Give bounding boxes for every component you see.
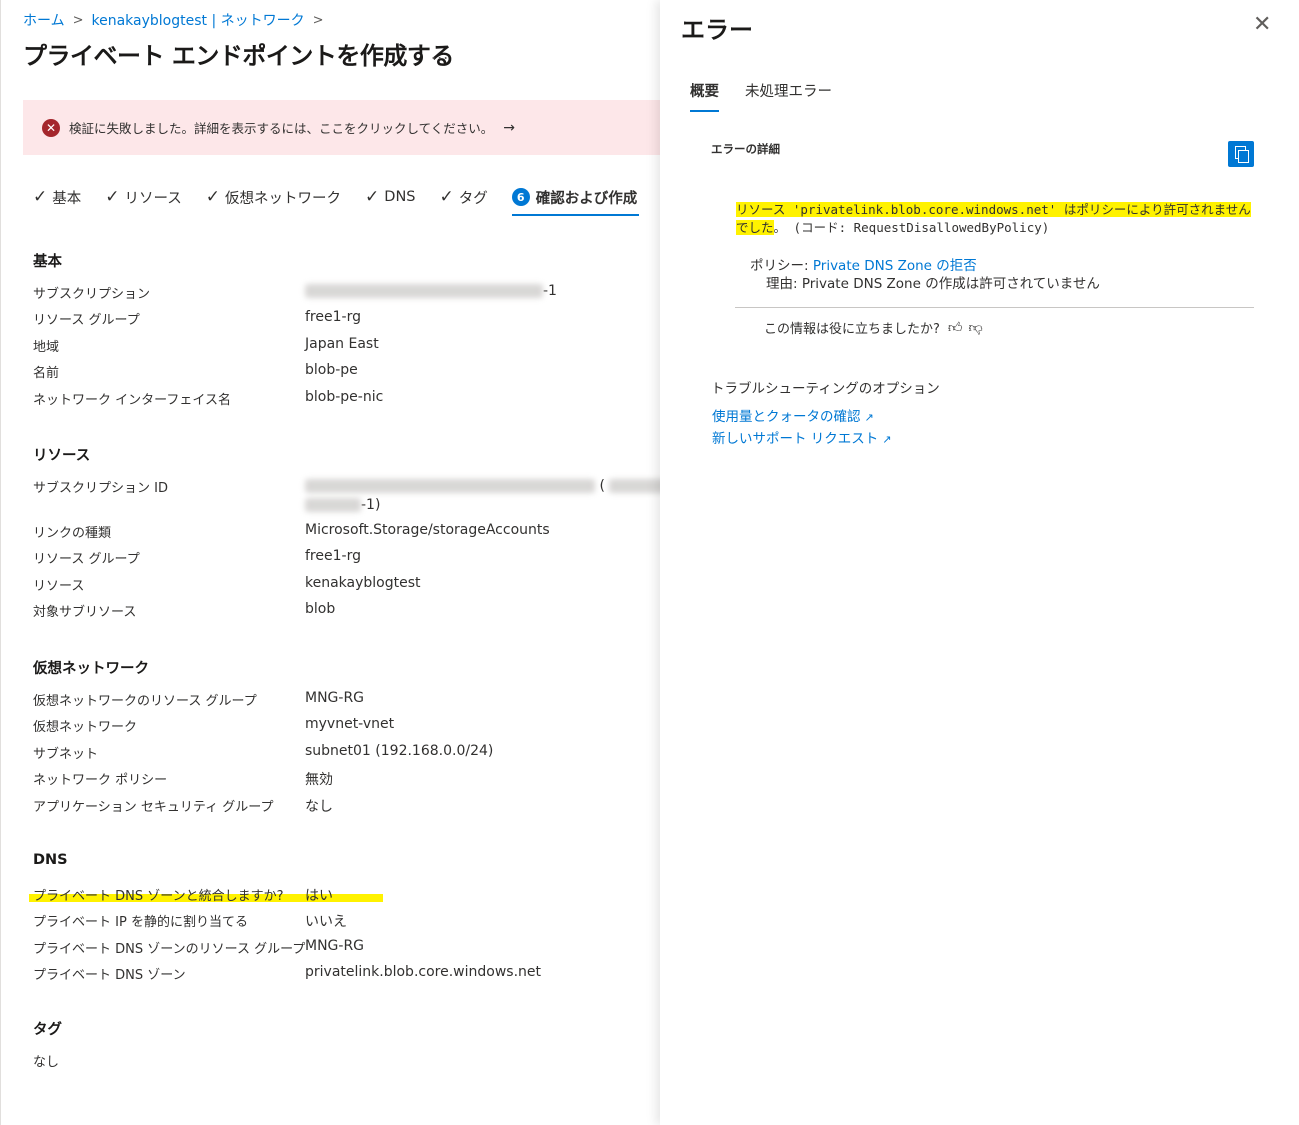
step-label: 確認および作成 xyxy=(535,190,638,207)
checkmark-icon: ✓ xyxy=(365,187,380,207)
section-title: 仮想ネットワーク xyxy=(33,661,149,677)
redacted-value xyxy=(305,479,595,493)
usage-quota-link[interactable]: 使用量とクォータの確認 ↗ xyxy=(712,405,874,425)
summary-row: なし xyxy=(33,1055,60,1070)
validation-error-banner[interactable]: ✕ 検証に失敗しました。詳細を表示するには、ここをクリックしてください。 → xyxy=(23,100,661,155)
policy-reason: 理由: Private DNS Zone の作成は許可されていません xyxy=(766,276,1100,292)
step-label: リソース xyxy=(124,190,182,207)
arrow-right-icon: → xyxy=(503,119,515,136)
error-details-label: エラーの詳細 xyxy=(711,142,780,156)
summary-row: リンクの種類 Microsoft.Storage/storageAccounts xyxy=(33,522,550,541)
checkmark-icon: ✓ xyxy=(105,187,120,207)
external-link-icon: ↗ xyxy=(882,433,892,446)
external-link-icon: ↗ xyxy=(864,411,874,424)
section-title: DNS xyxy=(33,852,68,868)
summary-row: プライベート IP を静的に割り当てる いいえ xyxy=(33,914,347,931)
wizard-steps: ✓ 基本 ✓ リソース ✓ 仮想ネットワーク ✓ DNS ✓ タグ 6 確認および作成 xyxy=(33,186,639,216)
policy-line: ポリシー: Private DNS Zone の拒否 xyxy=(750,258,977,274)
summary-row: ネットワーク ポリシー 無効 xyxy=(33,772,333,789)
thumbs-up-icon[interactable]: 👍︎ xyxy=(948,319,963,336)
page-title: プライベート エンドポイントを作成する xyxy=(23,42,454,70)
step-basics[interactable]: ✓ 基本 xyxy=(33,186,81,208)
summary-row: 名前 blob-pe xyxy=(33,362,358,382)
step-resource[interactable]: ✓ リソース xyxy=(105,186,182,208)
feedback-question: この情報は役に立ちましたか? xyxy=(764,322,940,337)
error-message: リソース 'privatelink.blob.core.windows.net'… xyxy=(736,201,1256,237)
summary-row: アプリケーション セキュリティ グループ なし xyxy=(33,798,333,815)
troubleshooting-title: トラブルシューティングのオプション xyxy=(711,381,940,397)
section-title: リソース xyxy=(33,448,91,464)
checkmark-icon: ✓ xyxy=(439,187,454,207)
redacted-value xyxy=(305,498,361,512)
breadcrumb: ホーム > kenakayblogtest | ネットワーク > xyxy=(23,10,332,30)
close-icon[interactable]: ✕ xyxy=(1253,14,1271,36)
checkmark-icon: ✓ xyxy=(33,187,48,207)
error-message-code: 。 (コード: RequestDisallowedByPolicy) xyxy=(773,220,1050,235)
summary-row: ネットワーク インターフェイス名 blob-pe-nic xyxy=(33,388,384,408)
error-banner-message: 検証に失敗しました。詳細を表示するには、ここをクリックしてください。 xyxy=(69,121,494,136)
summary-row-highlighted: プライベート DNS ゾーンと統合しますか? はい xyxy=(29,882,661,908)
divider xyxy=(735,307,1254,308)
summary-row: 仮想ネットワークのリソース グループ MNG-RG xyxy=(33,690,365,709)
copy-icon[interactable] xyxy=(1228,141,1254,167)
breadcrumb-home-link[interactable]: ホーム xyxy=(23,10,65,30)
step-dns[interactable]: ✓ DNS xyxy=(365,186,415,208)
panel-tabs: 概要 未処理エラー xyxy=(690,80,858,112)
step-label: 基本 xyxy=(52,190,82,207)
step-number-badge: 6 xyxy=(511,188,530,206)
section-title: タグ xyxy=(33,1022,62,1038)
create-private-endpoint-blade: ホーム > kenakayblogtest | ネットワーク > プライベート … xyxy=(0,0,670,1125)
breadcrumb-storage-network-link[interactable]: kenakayblogtest | ネットワーク xyxy=(92,10,305,30)
step-label: DNS xyxy=(384,189,416,205)
feedback-row: この情報は役に立ちましたか? 👍︎ 👎︎ xyxy=(764,318,983,337)
thumbs-down-icon[interactable]: 👎︎ xyxy=(969,319,983,336)
summary-row: プライベート DNS ゾーンのリソース グループ MNG-RG xyxy=(33,937,365,957)
error-details-panel: エラー ✕ 概要 未処理エラー エラーの詳細 リソース 'privatelink… xyxy=(660,0,1299,1125)
section-tags: タグ なし xyxy=(33,1018,661,1074)
summary-row: サブスクリプション ID ( -1) xyxy=(33,474,670,519)
summary-row: リソース kenakayblogtest xyxy=(33,574,421,594)
tab-raw-error[interactable]: 未処理エラー xyxy=(745,80,832,112)
summary-row: 仮想ネットワーク myvnet-vnet xyxy=(33,716,395,736)
step-label: 仮想ネットワーク xyxy=(225,190,342,207)
summary-row: 対象サブリソース blob xyxy=(33,601,336,621)
step-tags[interactable]: ✓ タグ xyxy=(440,186,488,208)
section-title: 基本 xyxy=(33,254,62,270)
section-resource: リソース サブスクリプション ID ( -1) リンクの種類 Microsoft.… xyxy=(33,444,670,625)
summary-row: サブネット subnet01 (192.168.0.0/24) xyxy=(33,742,494,762)
summary-row: サブスクリプション -1 xyxy=(33,283,557,302)
more-options-button[interactable]: ... xyxy=(431,44,449,63)
section-virtual-network: 仮想ネットワーク 仮想ネットワークのリソース グループ MNG-RG 仮想ネットワ… xyxy=(33,657,661,819)
step-virtual-network[interactable]: ✓ 仮想ネットワーク xyxy=(206,186,341,208)
chevron-right-icon: > xyxy=(72,12,84,28)
tab-summary[interactable]: 概要 xyxy=(690,80,719,112)
new-support-request-link[interactable]: 新しいサポート リクエスト ↗ xyxy=(712,427,892,447)
panel-title: エラー xyxy=(681,16,753,44)
summary-row: リソース グループ free1-rg xyxy=(33,309,361,329)
section-dns: DNS プライベート DNS ゾーンと統合しますか? はい プライベート IP を… xyxy=(29,852,661,988)
section-basics: 基本 サブスクリプション -1 リソース グループ free1-rg 地域 Japan… xyxy=(33,250,661,412)
step-review-create[interactable]: 6 確認および作成 xyxy=(511,186,639,216)
redacted-value xyxy=(305,284,543,298)
summary-row: プライベート DNS ゾーン privatelink.blob.core.wind… xyxy=(33,964,541,984)
error-circle-icon: ✕ xyxy=(42,118,60,137)
summary-row: リソース グループ free1-rg xyxy=(33,548,361,568)
chevron-right-icon: > xyxy=(312,12,324,28)
checkmark-icon: ✓ xyxy=(205,187,221,207)
step-label: タグ xyxy=(458,190,488,207)
summary-row: 地域 Japan East xyxy=(33,335,379,355)
